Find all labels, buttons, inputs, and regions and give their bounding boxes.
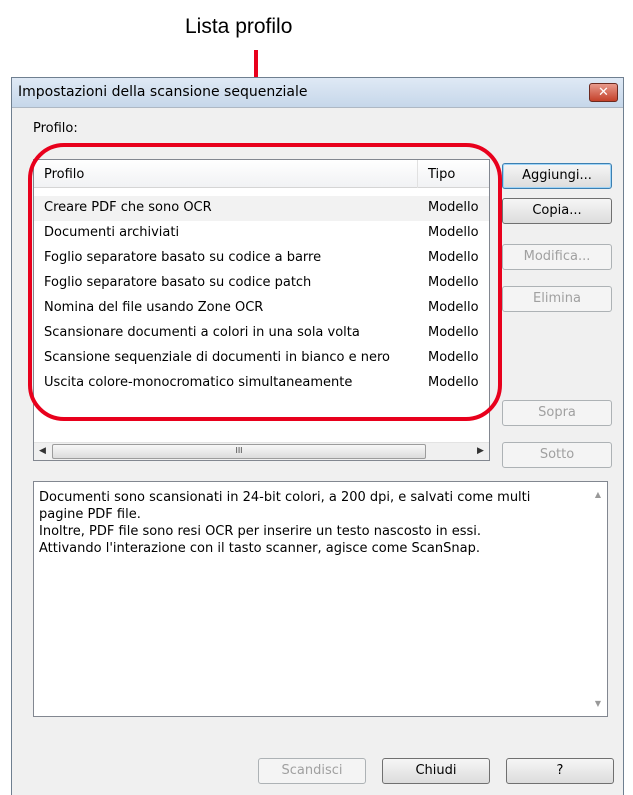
profile-name: Foglio separatore basato su codice patch bbox=[44, 275, 312, 290]
vertical-scrollbar[interactable]: ▲ ▼ bbox=[589, 482, 607, 716]
profile-name: Nomina del file usando Zone OCR bbox=[44, 300, 264, 315]
profile-name: Scansione sequenziale di documenti in bi… bbox=[44, 350, 390, 365]
profile-type: Modello bbox=[428, 200, 479, 215]
profile-type: Modello bbox=[428, 350, 479, 365]
table-row[interactable]: Foglio separatore basato su codice a bar… bbox=[34, 246, 489, 271]
modify-button[interactable]: Modifica... bbox=[502, 244, 612, 270]
description-box[interactable]: Documenti sono scansionati in 24-bit col… bbox=[33, 481, 608, 717]
add-button[interactable]: Aggiungi... bbox=[502, 163, 612, 189]
close-button[interactable]: Chiudi bbox=[382, 758, 490, 784]
profile-type: Modello bbox=[428, 250, 479, 265]
delete-button[interactable]: Elimina bbox=[502, 286, 612, 312]
horizontal-scrollbar[interactable]: ◀ III ▶ bbox=[34, 442, 489, 460]
profile-type: Modello bbox=[428, 375, 479, 390]
table-row[interactable]: Uscita colore-monocromatico simultaneame… bbox=[34, 371, 489, 396]
move-up-button[interactable]: Sopra bbox=[502, 400, 612, 426]
column-header-tipo[interactable]: Tipo bbox=[428, 167, 455, 182]
profile-type: Modello bbox=[428, 325, 479, 340]
profile-name: Foglio separatore basato su codice a bar… bbox=[44, 250, 322, 265]
copy-button[interactable]: Copia... bbox=[502, 198, 612, 224]
profile-type: Modello bbox=[428, 300, 479, 315]
scroll-left-icon[interactable]: ◀ bbox=[34, 443, 51, 460]
profile-name: Uscita colore-monocromatico simultaneame… bbox=[44, 375, 353, 390]
description-text: Documenti sono scansionati in 24-bit col… bbox=[39, 490, 531, 556]
profile-type: Modello bbox=[428, 275, 479, 290]
table-row[interactable]: Scansione sequenziale di documenti in bi… bbox=[34, 346, 489, 371]
title-bar[interactable]: Impostazioni della scansione sequenziale… bbox=[12, 78, 623, 108]
profile-list[interactable]: Profilo Tipo Creare PDF che sono OCR Mode… bbox=[33, 159, 490, 461]
help-button[interactable]: ? bbox=[506, 758, 614, 784]
table-row[interactable]: Scansionare documenti a colori in una so… bbox=[34, 321, 489, 346]
scroll-right-icon[interactable]: ▶ bbox=[472, 443, 489, 460]
window-title: Impostazioni della scansione sequenziale bbox=[18, 84, 308, 100]
table-row[interactable]: Foglio separatore basato su codice patch… bbox=[34, 271, 489, 296]
profile-name: Scansionare documenti a colori in una so… bbox=[44, 325, 360, 340]
scroll-up-icon[interactable]: ▲ bbox=[589, 486, 607, 503]
table-row[interactable]: Creare PDF che sono OCR Modello bbox=[34, 196, 489, 221]
table-row[interactable]: Documenti archiviati Modello bbox=[34, 221, 489, 246]
profile-label: Profilo: bbox=[33, 121, 78, 136]
dialog-window: Impostazioni della scansione sequenziale… bbox=[11, 77, 624, 795]
column-separator[interactable] bbox=[417, 160, 418, 188]
callout-label: Lista profilo bbox=[185, 15, 293, 38]
scroll-down-icon[interactable]: ▼ bbox=[589, 695, 607, 712]
scrollbar-thumb[interactable]: III bbox=[52, 444, 426, 459]
profile-type: Modello bbox=[428, 225, 479, 240]
column-header-profilo[interactable]: Profilo bbox=[44, 167, 84, 182]
list-rows: Creare PDF che sono OCR Modello Documenti … bbox=[34, 196, 489, 396]
move-down-button[interactable]: Sotto bbox=[502, 442, 612, 468]
list-header: Profilo Tipo bbox=[34, 160, 489, 188]
close-icon[interactable]: ✕ bbox=[589, 83, 618, 102]
scan-button[interactable]: Scandisci bbox=[258, 758, 366, 784]
profile-name: Creare PDF che sono OCR bbox=[44, 200, 212, 215]
profile-name: Documenti archiviati bbox=[44, 225, 180, 240]
table-row[interactable]: Nomina del file usando Zone OCR Modello bbox=[34, 296, 489, 321]
